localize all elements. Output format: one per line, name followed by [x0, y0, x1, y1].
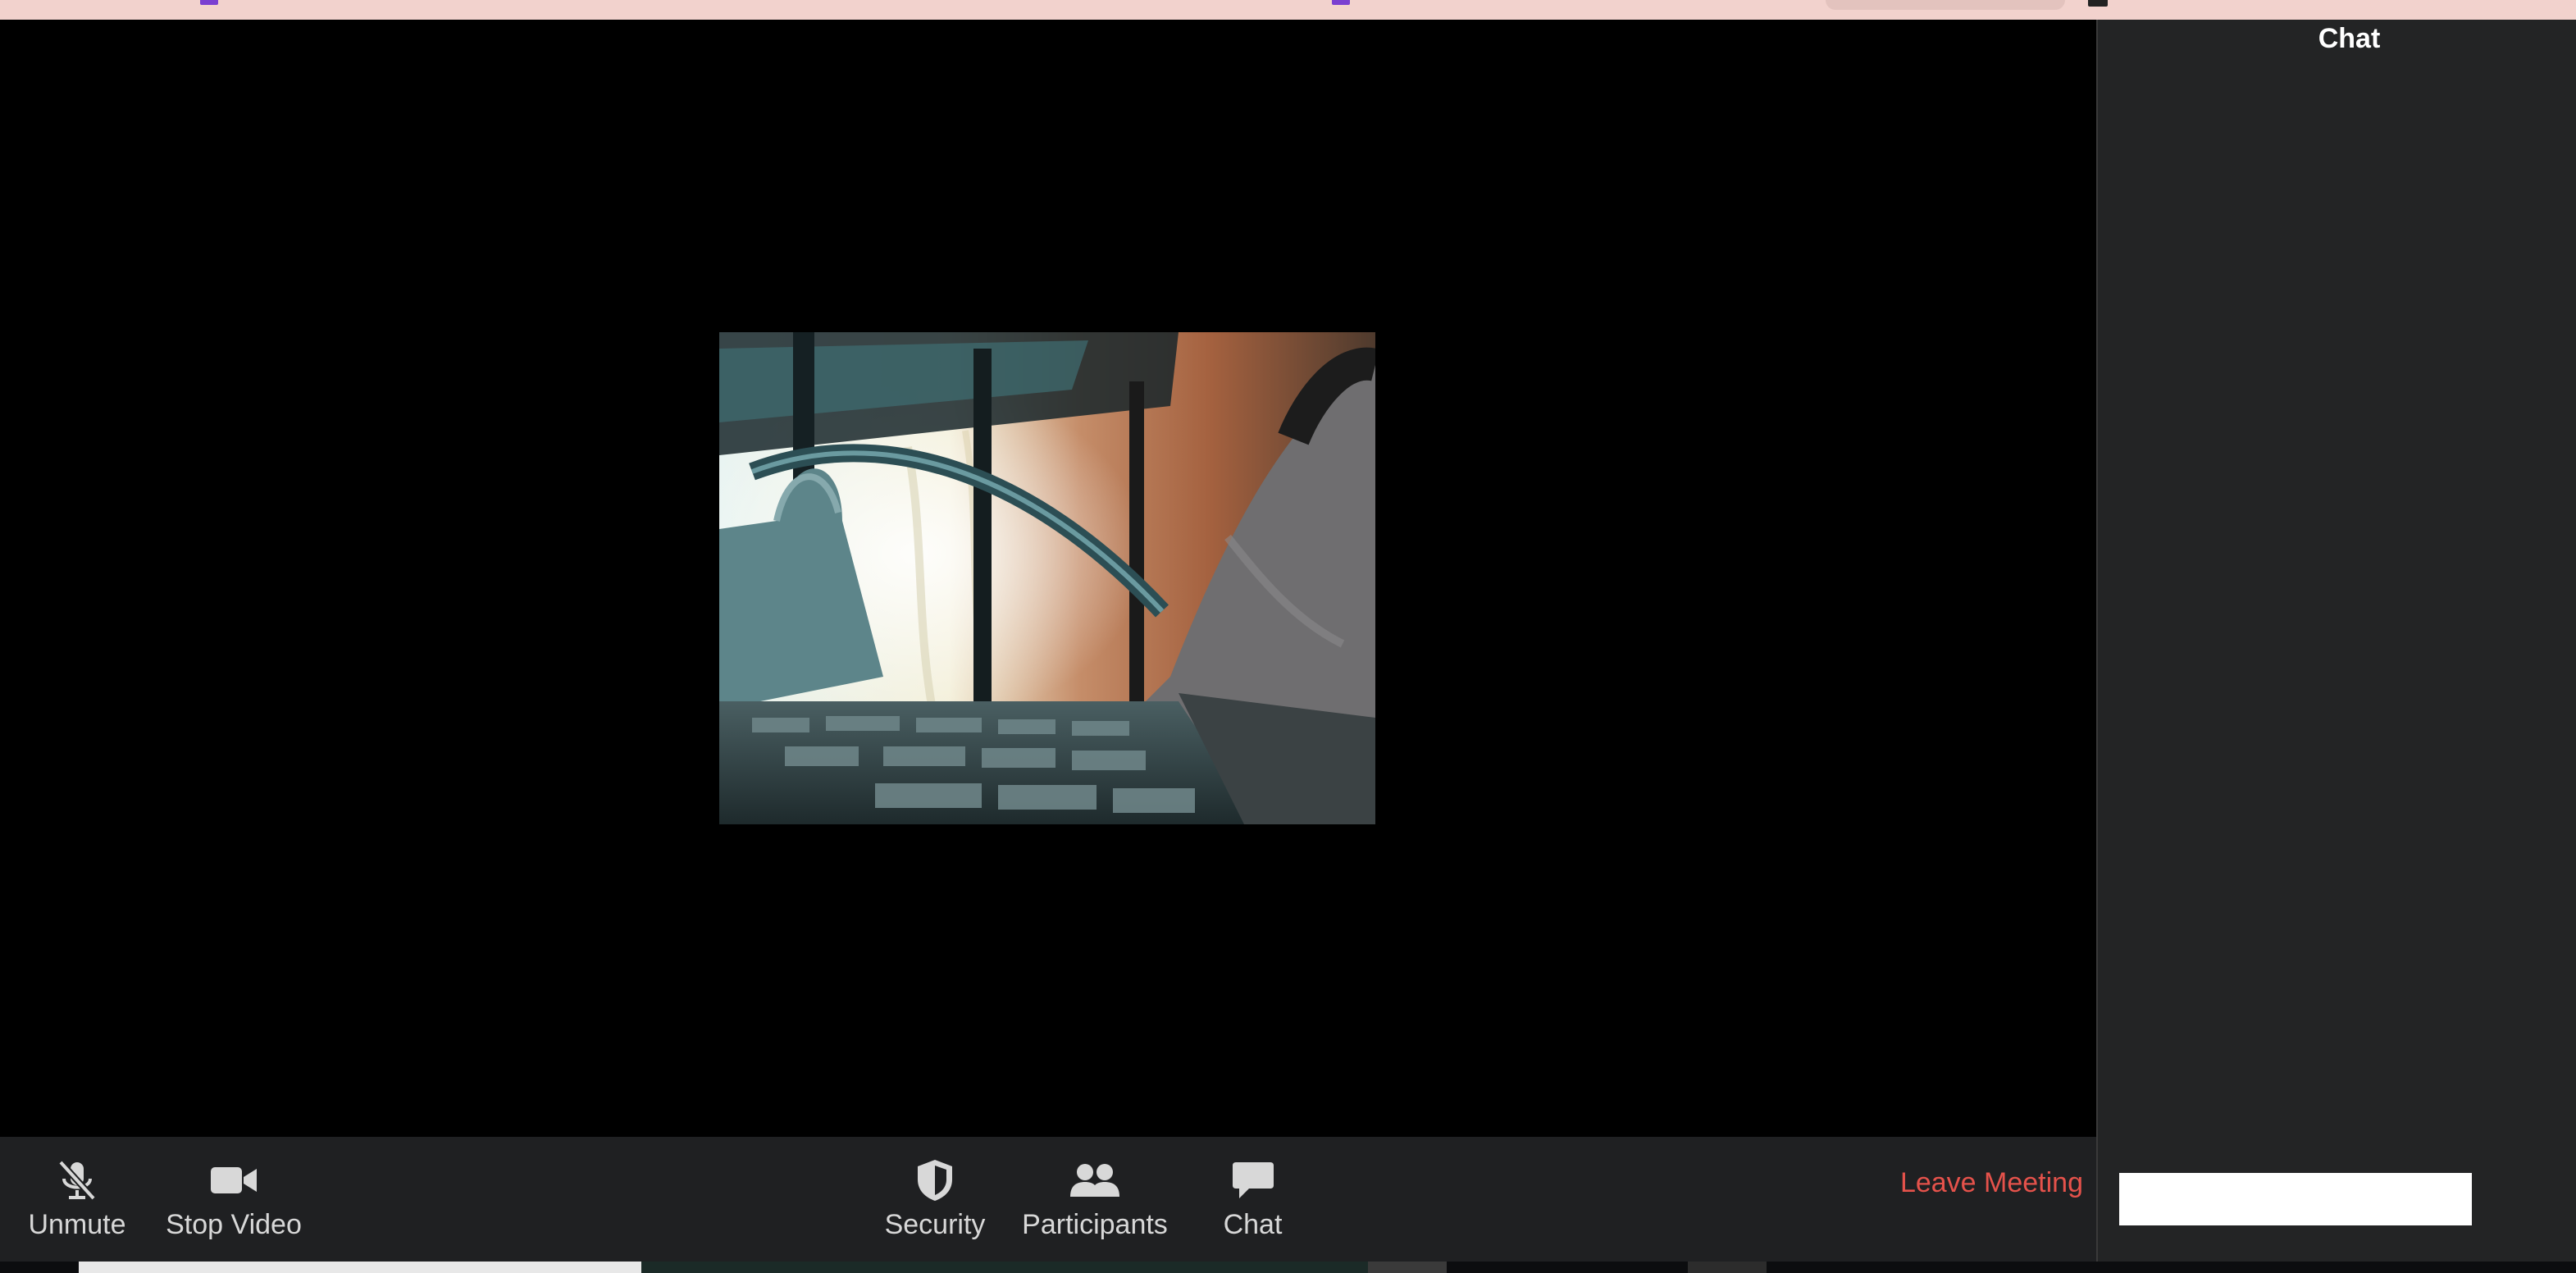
chat-bubble-icon — [1227, 1157, 1279, 1203]
unmute-label: Unmute — [28, 1209, 126, 1240]
muted-microphone-icon — [51, 1157, 103, 1203]
chat-label: Chat — [1223, 1209, 1283, 1240]
taskbar-item[interactable] — [1688, 1262, 1767, 1273]
security-label: Security — [884, 1209, 986, 1240]
meeting-toolbar: Unmute Stop Video Security Participants … — [0, 1137, 2096, 1262]
leave-meeting-button[interactable]: Leave Meeting — [1853, 1163, 2083, 1202]
self-video-feed — [719, 332, 1375, 824]
chat-message-input[interactable] — [2119, 1173, 2472, 1225]
unmute-button[interactable]: Unmute — [20, 1137, 134, 1262]
participants-label: Participants — [1022, 1209, 1168, 1240]
taskbar-strip — [0, 1262, 2576, 1273]
shield-icon — [909, 1157, 961, 1203]
taskbar-item[interactable] — [1368, 1262, 1447, 1273]
taskbar-item[interactable] — [641, 1262, 1368, 1273]
stop-video-button[interactable]: Stop Video — [156, 1137, 312, 1262]
chat-panel: Chat — [2096, 20, 2576, 1262]
taskbar-item[interactable] — [79, 1262, 641, 1273]
chat-panel-title: Chat — [2318, 23, 2381, 54]
participants-icon — [1069, 1157, 1121, 1203]
browser-top-strip — [0, 0, 2576, 20]
security-button[interactable]: Security — [878, 1137, 992, 1262]
chat-button[interactable]: Chat — [1197, 1137, 1308, 1262]
video-stage — [0, 20, 2096, 1137]
participants-button[interactable]: Participants — [1009, 1137, 1181, 1262]
tab-favicon — [200, 0, 218, 5]
tab-favicon — [1332, 0, 1350, 5]
tab-favicon — [2088, 0, 2108, 7]
stop-video-label: Stop Video — [166, 1209, 302, 1240]
active-tab[interactable] — [1826, 0, 2065, 10]
video-camera-icon — [207, 1157, 260, 1203]
